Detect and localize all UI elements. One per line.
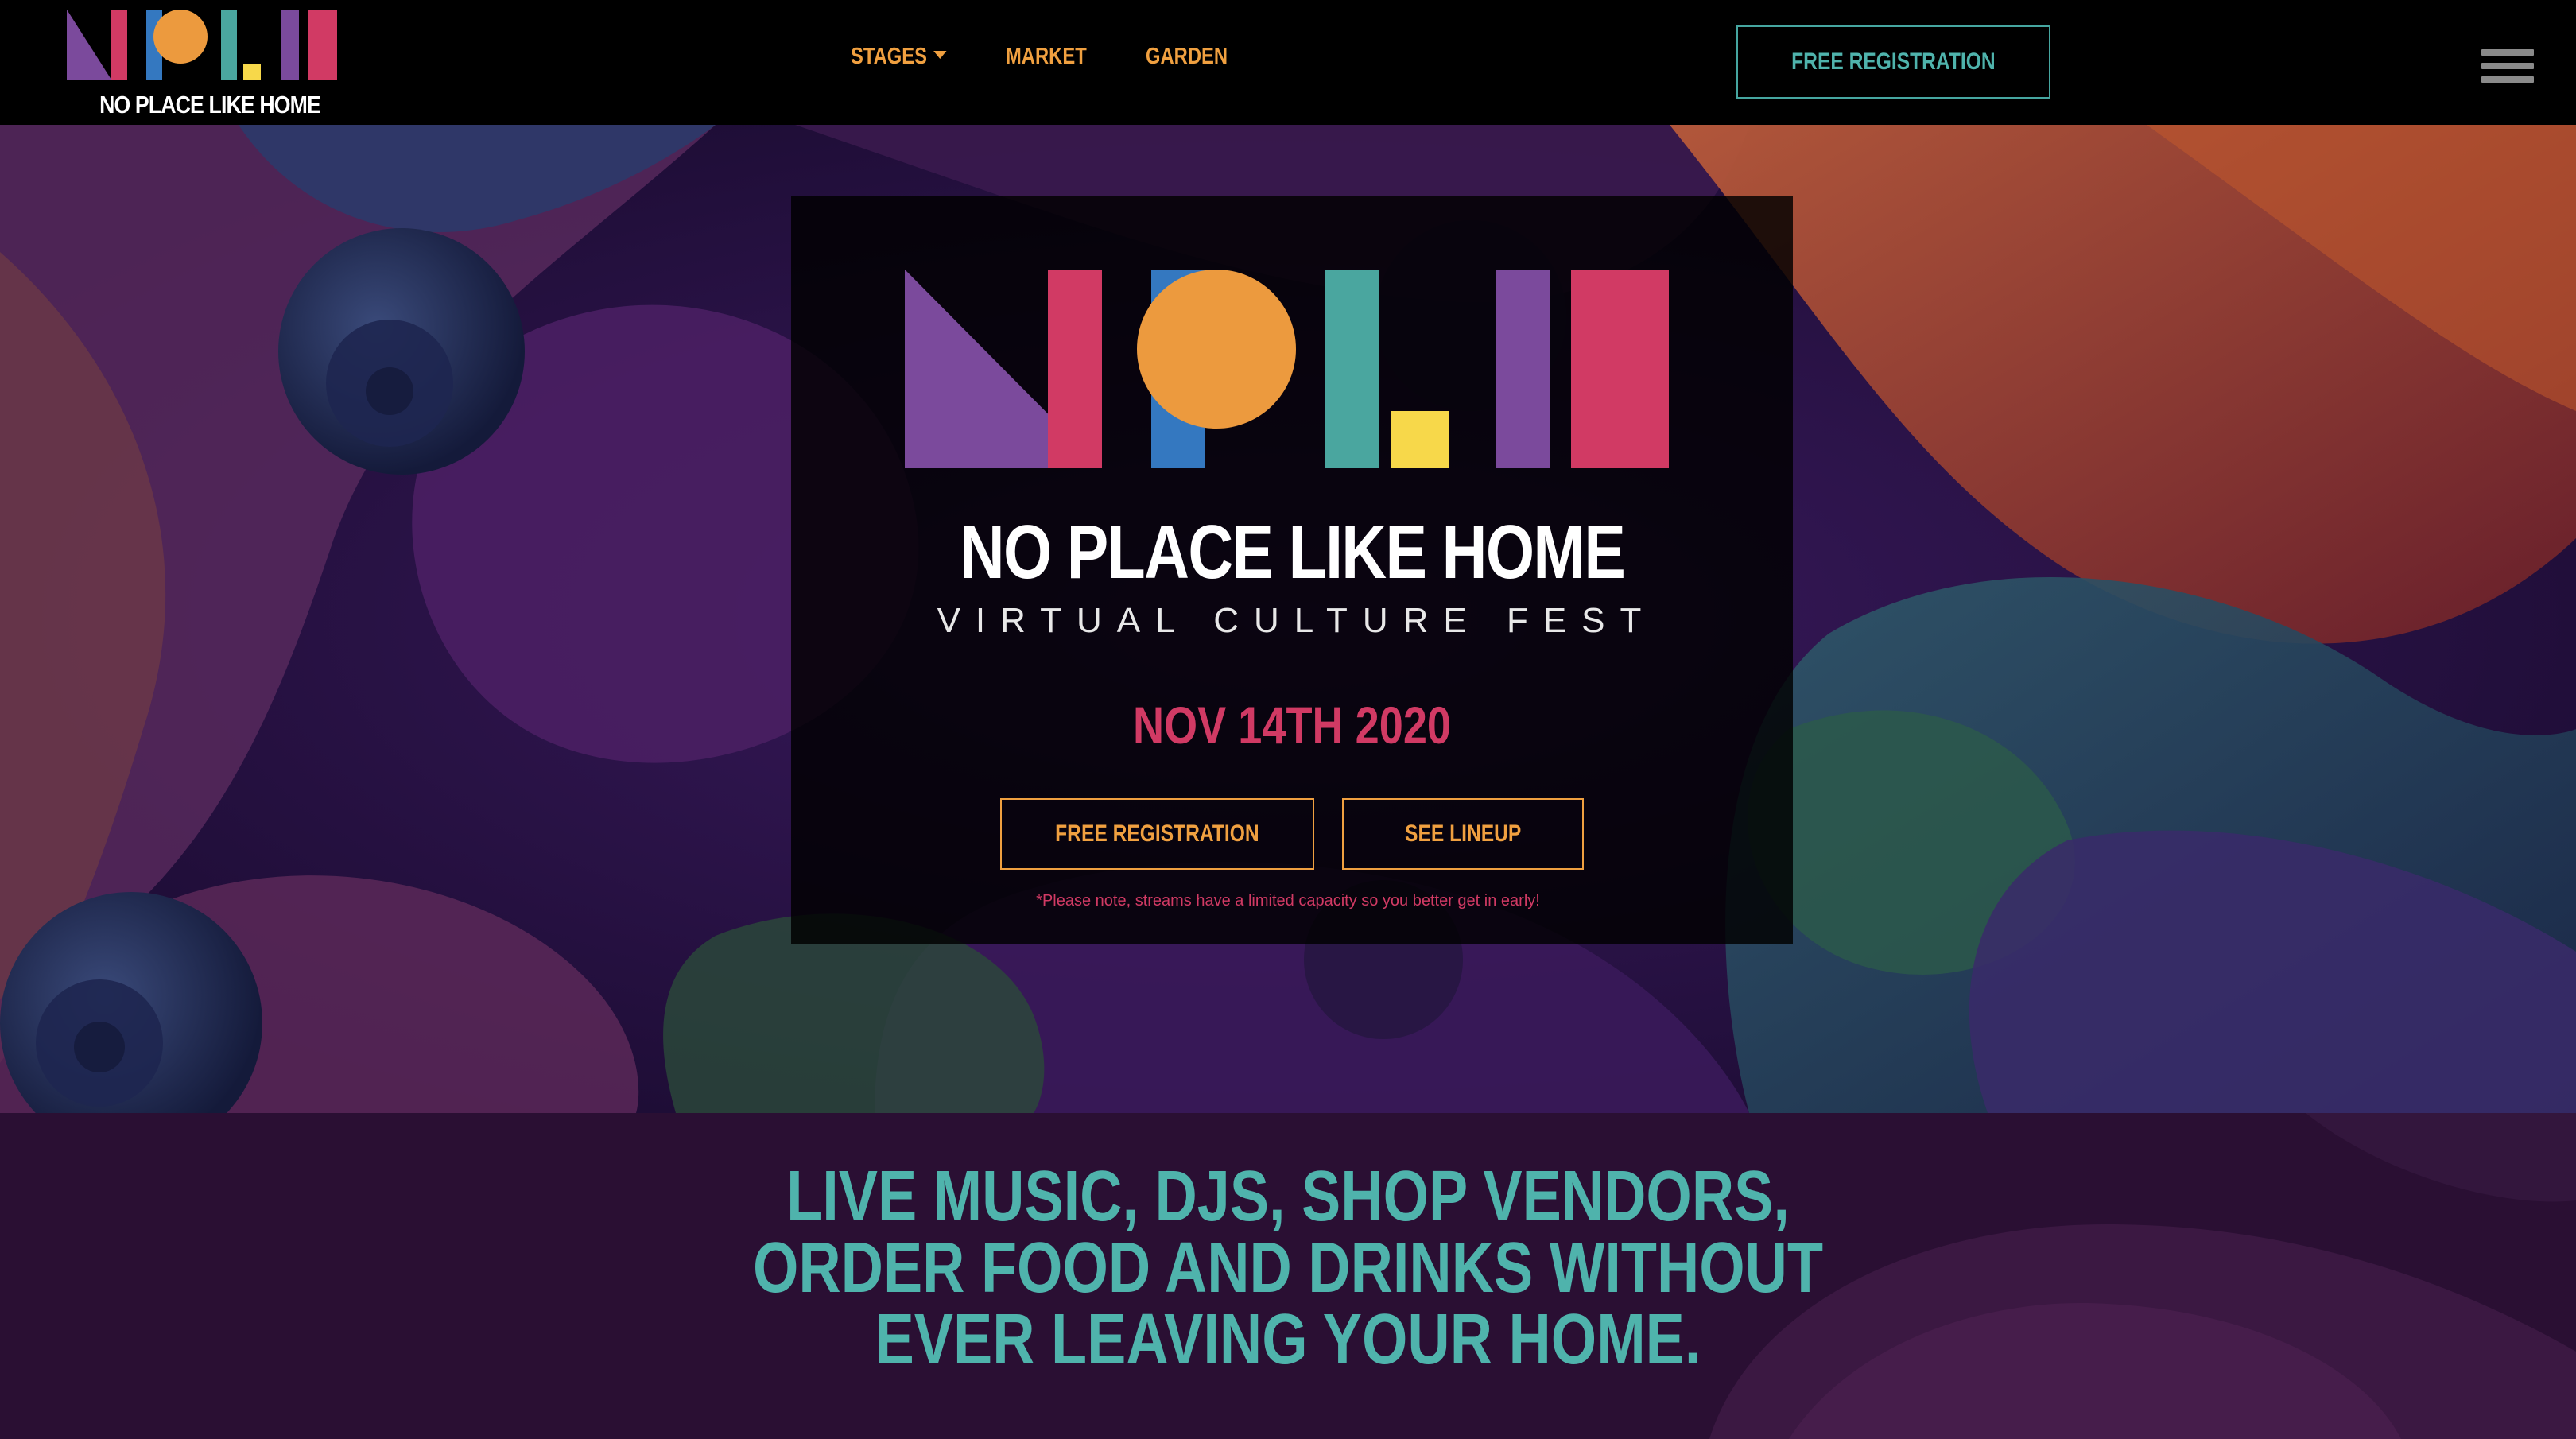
brand-name: NO PLACE LIKE HOME <box>99 91 321 118</box>
nav-stages-dropdown[interactable]: STAGES <box>851 44 947 70</box>
hamburger-menu-icon[interactable] <box>2481 49 2534 95</box>
top-navbar: NO PLACE LIKE HOME STAGES MARKET GARDEN … <box>0 0 2576 125</box>
nav-free-registration-label: FREE REGISTRATION <box>1791 48 1996 75</box>
capacity-note: *Please note, streams have a limited cap… <box>1036 892 1540 910</box>
nplh-logo-icon <box>67 10 337 80</box>
tagline-line-1: LIVE MUSIC, DJS, SHOP VENDORS, <box>786 1157 1790 1236</box>
nav-stages-label: STAGES <box>851 44 928 69</box>
hero-subtitle: VIRTUAL CULTURE FEST <box>937 601 1657 640</box>
hero-title: NO PLACE LIKE HOME <box>959 510 1626 595</box>
tagline-text: LIVE MUSIC, DJS, SHOP VENDORS, ORDER FOO… <box>232 1161 2345 1375</box>
hero-free-registration-button[interactable]: FREE REGISTRATION <box>1000 798 1314 870</box>
tagline-line-3: EVER LEAVING YOUR HOME. <box>875 1300 1701 1379</box>
see-lineup-label: SEE LINEUP <box>1404 820 1522 847</box>
event-date: NOV 14TH 2020 <box>1132 696 1452 754</box>
nav-free-registration-button[interactable]: FREE REGISTRATION <box>1736 25 2050 99</box>
tagline-line-2: ORDER FOOD AND DRINKS WITHOUT <box>752 1228 1824 1308</box>
see-lineup-button[interactable]: SEE LINEUP <box>1342 798 1584 870</box>
chevron-down-icon <box>933 51 947 60</box>
nav-market-link[interactable]: MARKET <box>1006 44 1087 70</box>
hero-card: NO PLACE LIKE HOME VIRTUAL CULTURE FEST … <box>791 196 1793 944</box>
hero-section: NO PLACE LIKE HOME VIRTUAL CULTURE FEST … <box>0 125 2576 1113</box>
nav-garden-link[interactable]: GARDEN <box>1146 44 1228 70</box>
nplh-large-logo-icon <box>905 270 1669 468</box>
hero-free-registration-label: FREE REGISTRATION <box>1055 820 1259 847</box>
tagline-section: LIVE MUSIC, DJS, SHOP VENDORS, ORDER FOO… <box>0 1113 2576 1439</box>
brand-logo[interactable]: NO PLACE LIKE HOME <box>67 6 353 122</box>
